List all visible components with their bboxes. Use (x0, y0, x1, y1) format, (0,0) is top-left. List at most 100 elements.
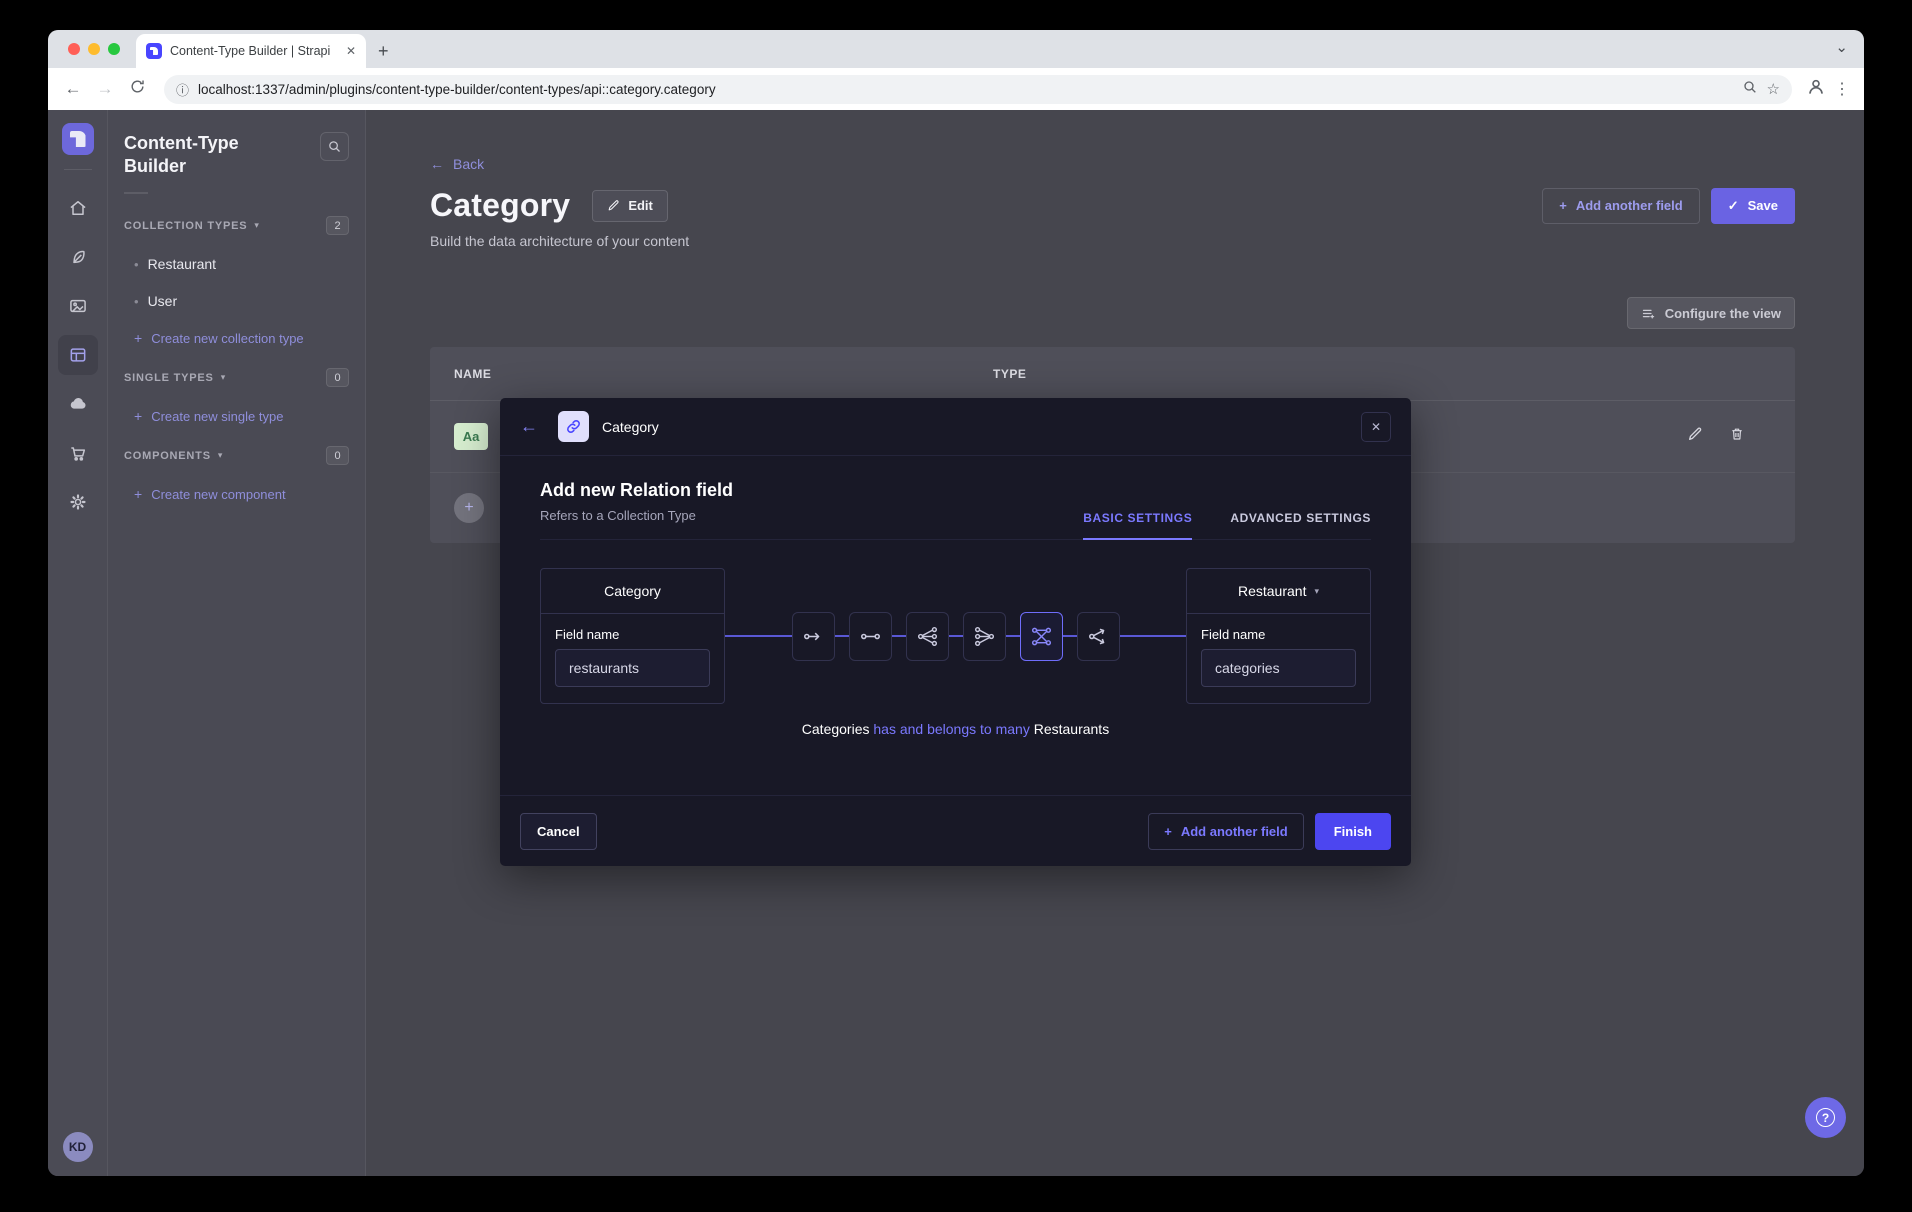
sidebar-item-user[interactable]: • User (134, 293, 349, 309)
relation-many-way-icon[interactable] (1077, 612, 1120, 661)
back-arrow-icon: ← (430, 156, 444, 172)
user-avatar[interactable]: KD (63, 1132, 93, 1162)
configure-view-button[interactable]: Configure the view (1627, 297, 1795, 329)
back-link[interactable]: ← Back (430, 156, 1795, 172)
modal-header: ← Category ✕ (500, 398, 1411, 456)
tab-close-icon[interactable]: ✕ (346, 44, 356, 58)
button-label: Configure the view (1665, 306, 1781, 321)
close-window-button[interactable] (68, 43, 80, 55)
help-button[interactable]: ? (1805, 1097, 1846, 1138)
header-actions: + Add another field ✓ Save (1542, 188, 1795, 224)
page-header: Category Edit + Add another field ✓ Save (430, 187, 1795, 224)
home-icon[interactable] (58, 188, 98, 228)
create-single-type-link[interactable]: + Create new single type (134, 408, 349, 424)
target-collection-dropdown[interactable]: Restaurant ▾ (1187, 569, 1370, 614)
modal-add-another-field-button[interactable]: + Add another field (1148, 813, 1303, 850)
minimize-window-button[interactable] (88, 43, 100, 55)
new-tab-button[interactable]: + (378, 41, 389, 62)
create-component-link[interactable]: + Create new component (134, 486, 349, 502)
bullet-icon: • (134, 257, 139, 272)
strapi-logo-icon[interactable] (62, 123, 94, 155)
section-collection-types[interactable]: COLLECTION TYPES ▾ 2 (124, 216, 349, 235)
profile-avatar-icon[interactable] (1806, 77, 1826, 102)
section-components[interactable]: COMPONENTS ▾ 0 (124, 446, 349, 465)
tab-basic-settings[interactable]: BASIC SETTINGS (1083, 511, 1192, 540)
settings-gear-icon[interactable] (58, 482, 98, 522)
plus-icon: + (134, 408, 142, 424)
tab-advanced-settings[interactable]: ADVANCED SETTINGS (1230, 511, 1371, 539)
edit-button[interactable]: Edit (592, 190, 668, 222)
url-text[interactable]: localhost:1337/admin/plugins/content-typ… (198, 82, 1733, 97)
traffic-lights (68, 43, 120, 55)
forward-nav-icon[interactable]: → (92, 79, 118, 99)
item-label: Restaurant (148, 256, 216, 272)
sidebar-item-restaurant[interactable]: • Restaurant (134, 256, 349, 272)
cloud-icon[interactable] (58, 384, 98, 424)
strapi-favicon-icon (146, 43, 162, 59)
relation-one-way-icon[interactable] (792, 612, 835, 661)
source-field-name-input[interactable]: restaurants (555, 649, 710, 687)
tab-title: Content-Type Builder | Strapi (170, 44, 338, 58)
section-count-badge: 0 (326, 446, 349, 465)
link-label: Create new collection type (151, 331, 303, 346)
marketplace-cart-icon[interactable] (58, 433, 98, 473)
modal-breadcrumb: Category (602, 419, 659, 435)
question-mark-icon: ? (1816, 1108, 1835, 1127)
cancel-button[interactable]: Cancel (520, 813, 597, 850)
target-field-name-input[interactable]: categories (1201, 649, 1356, 687)
site-info-icon[interactable]: ⓘ (176, 80, 189, 99)
modal-title-block: Add new Relation field Refers to a Colle… (540, 480, 733, 539)
create-collection-type-link[interactable]: + Create new collection type (134, 330, 349, 346)
plus-icon: + (1164, 824, 1172, 839)
add-field-circle-icon[interactable]: + (454, 493, 484, 523)
section-count-badge: 0 (326, 368, 349, 387)
content-type-builder-icon[interactable] (58, 335, 98, 375)
ctb-subnav: Content-Type Builder COLLECTION TYPES ▾ … (108, 110, 366, 1176)
url-bar[interactable]: ⓘ localhost:1337/admin/plugins/content-t… (164, 75, 1792, 104)
reload-icon[interactable] (124, 78, 150, 100)
delete-trash-icon[interactable] (1729, 426, 1745, 447)
relation-many-to-many-icon[interactable] (1020, 612, 1063, 661)
edit-pencil-icon[interactable] (1687, 426, 1703, 447)
tab-strip: Content-Type Builder | Strapi ✕ + ⌄ (48, 30, 1864, 68)
table-header: NAME TYPE (430, 347, 1795, 401)
search-button[interactable] (320, 132, 349, 161)
button-label: Add another field (1181, 824, 1288, 839)
save-button[interactable]: ✓ Save (1711, 188, 1795, 224)
modal-tabs: BASIC SETTINGS ADVANCED SETTINGS (1083, 511, 1371, 539)
browser-tab[interactable]: Content-Type Builder | Strapi ✕ (136, 34, 366, 68)
row-actions (1687, 426, 1745, 447)
field-name-label: Field name (555, 627, 710, 642)
sentence-target: Restaurants (1034, 721, 1109, 737)
zoom-page-icon[interactable] (1742, 79, 1758, 100)
text-field-badge: Aa (454, 423, 488, 450)
relation-one-to-many-icon[interactable] (906, 612, 949, 661)
relation-link-icon (558, 411, 589, 442)
field-name-label: Field name (1201, 627, 1356, 642)
footer-actions: + Add another field Finish (1148, 813, 1391, 850)
bookmark-star-icon[interactable]: ☆ (1767, 80, 1780, 98)
section-label: SINGLE TYPES (124, 372, 214, 384)
section-single-types[interactable]: SINGLE TYPES ▾ 0 (124, 368, 349, 387)
zoom-window-button[interactable] (108, 43, 120, 55)
back-label: Back (453, 156, 484, 172)
add-another-field-button[interactable]: + Add another field (1542, 188, 1699, 224)
target-card-body: Field name categories (1187, 614, 1370, 703)
relation-configurator: Category Field name restaurants (540, 568, 1371, 704)
relation-many-to-one-icon[interactable] (963, 612, 1006, 661)
nav-rail: KD (48, 110, 108, 1176)
relation-one-to-one-icon[interactable] (849, 612, 892, 661)
media-library-icon[interactable] (58, 286, 98, 326)
browser-menu-icon[interactable]: ⋮ (1832, 79, 1852, 99)
configure-row: Configure the view (430, 297, 1795, 329)
finish-button[interactable]: Finish (1315, 813, 1391, 850)
tab-search-chevron-icon[interactable]: ⌄ (1835, 38, 1848, 56)
modal-back-arrow-icon[interactable]: ← (520, 416, 538, 437)
content-manager-feather-icon[interactable] (58, 237, 98, 277)
link-label: Create new component (151, 487, 285, 502)
add-relation-modal: ← Category ✕ Add new Relation field Refe… (500, 398, 1411, 866)
plus-icon: + (134, 330, 142, 346)
modal-close-icon[interactable]: ✕ (1361, 412, 1391, 442)
section-count-badge: 2 (326, 216, 349, 235)
back-nav-icon[interactable]: ← (60, 79, 86, 99)
